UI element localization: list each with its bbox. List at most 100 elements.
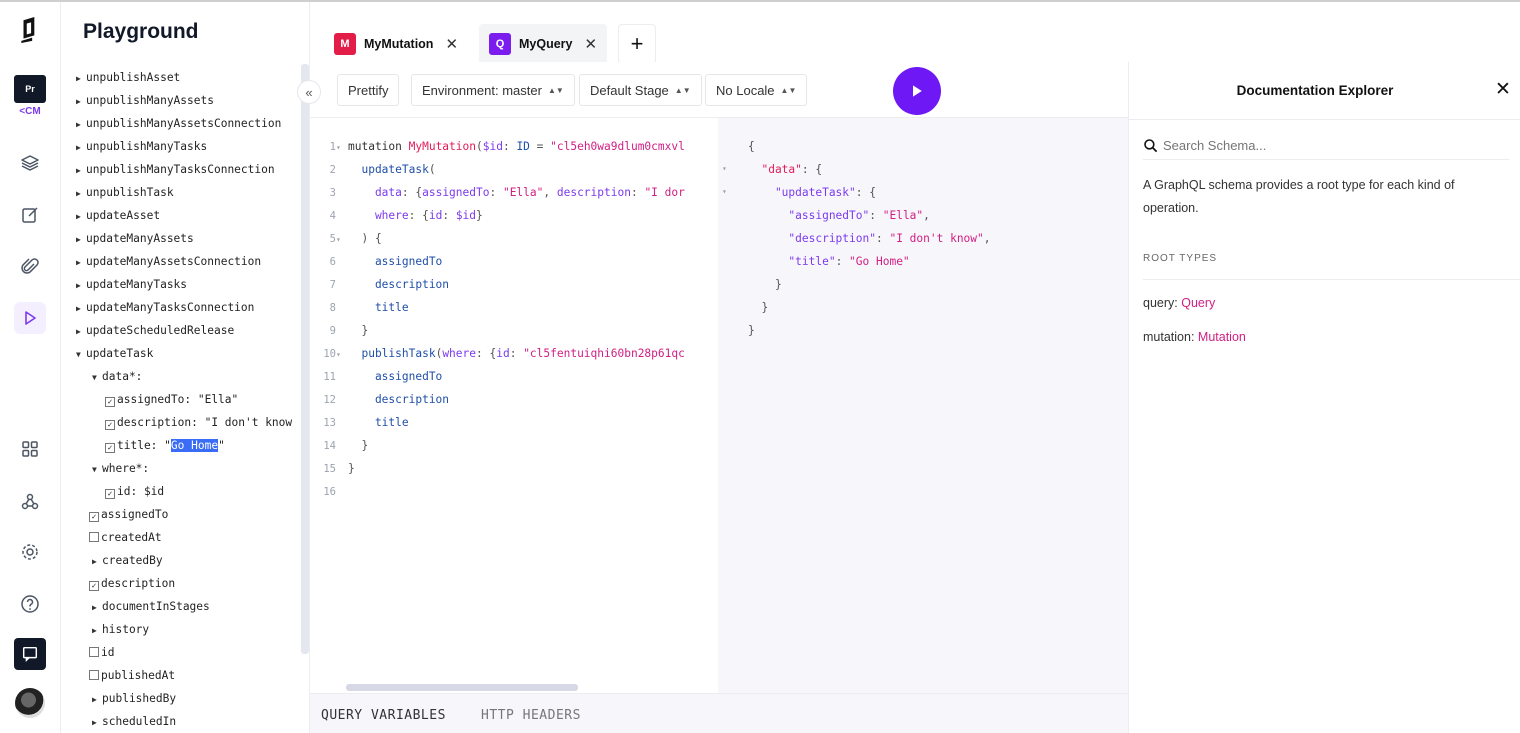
explorer-tree-item[interactable]: createdAt bbox=[62, 526, 302, 549]
explorer-tree-item[interactable]: ▶ createdBy bbox=[62, 549, 302, 572]
code-line[interactable]: 8 title bbox=[310, 296, 409, 319]
explorer-tree-item[interactable]: ▼ updateTask bbox=[62, 342, 302, 365]
explorer-tree-item[interactable]: ▶ unpublishManyTasksConnection bbox=[62, 158, 302, 181]
explorer-tree-item[interactable]: ▶ unpublishManyAssetsConnection bbox=[62, 112, 302, 135]
explorer-tree-item[interactable]: ▶ updateAsset bbox=[62, 204, 302, 227]
argument-value-input[interactable]: "I don't know bbox=[205, 416, 293, 429]
fold-arrow-icon[interactable]: ▾ bbox=[722, 164, 727, 173]
caret-right-icon[interactable]: ▶ bbox=[76, 67, 86, 90]
help-icon[interactable] bbox=[14, 588, 46, 620]
query-variables-tab[interactable]: QUERY VARIABLES bbox=[321, 708, 446, 723]
project-badge[interactable]: Pr bbox=[14, 75, 46, 103]
tab-mymutation[interactable]: M MyMutation ✕ bbox=[324, 24, 469, 64]
hygraph-logo-icon[interactable] bbox=[14, 14, 46, 46]
content-edit-icon[interactable] bbox=[14, 199, 46, 231]
caret-right-icon[interactable]: ▶ bbox=[76, 182, 86, 205]
caret-down-icon[interactable]: ▼ bbox=[76, 343, 86, 366]
explorer-tree-item[interactable]: ▼ where*: bbox=[62, 457, 302, 480]
settings-gear-icon[interactable] bbox=[14, 536, 46, 568]
code-line[interactable]: 3 data: {assignedTo: "Ella", description… bbox=[310, 181, 685, 204]
caret-down-icon[interactable]: ▼ bbox=[92, 366, 102, 389]
caret-right-icon[interactable]: ▶ bbox=[76, 90, 86, 113]
explorer-tree-item[interactable]: ▶ history bbox=[62, 618, 302, 641]
caret-right-icon[interactable]: ▶ bbox=[76, 136, 86, 159]
close-tab-icon[interactable]: ✕ bbox=[585, 35, 598, 53]
explorer-tree-item[interactable]: ▶ unpublishManyTasks bbox=[62, 135, 302, 158]
locale-select[interactable]: No Locale ▲▼ bbox=[705, 74, 808, 106]
collapse-explorer-icon[interactable]: « bbox=[297, 80, 321, 104]
caret-right-icon[interactable]: ▶ bbox=[76, 159, 86, 182]
checked-checkbox-icon[interactable]: ✓ bbox=[89, 512, 99, 522]
close-icon[interactable]: ✕ bbox=[1495, 78, 1511, 101]
checked-checkbox-icon[interactable]: ✓ bbox=[105, 420, 115, 430]
caret-right-icon[interactable]: ▶ bbox=[76, 274, 86, 297]
fold-arrow-icon[interactable]: ▾ bbox=[722, 187, 727, 196]
code-line[interactable]: 13 title bbox=[310, 411, 408, 434]
explorer-tree-item[interactable]: ▶ unpublishAsset bbox=[62, 66, 302, 89]
caret-right-icon[interactable]: ▶ bbox=[76, 320, 86, 343]
explorer-tree-item[interactable]: ▶ scheduledIn bbox=[62, 710, 302, 733]
argument-value-input[interactable]: "Ella" bbox=[198, 393, 238, 406]
fold-arrow-icon[interactable]: ▾ bbox=[336, 228, 348, 251]
explorer-tree-item[interactable]: ✓ assignedTo: "Ella" bbox=[62, 388, 302, 411]
caret-right-icon[interactable]: ▶ bbox=[92, 711, 102, 733]
apps-grid-icon[interactable] bbox=[14, 433, 46, 465]
run-query-button[interactable] bbox=[893, 67, 941, 115]
fold-arrow-icon[interactable]: ▾ bbox=[336, 343, 348, 366]
explorer-tree-item[interactable]: ✓ description bbox=[62, 572, 302, 595]
caret-right-icon[interactable]: ▶ bbox=[92, 619, 102, 642]
code-line[interactable]: 12 description bbox=[310, 388, 449, 411]
assets-paperclip-icon[interactable] bbox=[14, 251, 46, 283]
explorer-tree-item[interactable]: ✓ assignedTo bbox=[62, 503, 302, 526]
explorer-tree-item[interactable]: ▶ documentInStages bbox=[62, 595, 302, 618]
code-line[interactable]: 10▾ publishTask(where: {id: "cl5fentuiqh… bbox=[310, 342, 685, 365]
code-line[interactable]: 1▾ mutation MyMutation($id: ID = "cl5eh0w… bbox=[310, 135, 685, 158]
query-editor[interactable]: 1▾ mutation MyMutation($id: ID = "cl5eh0w… bbox=[310, 118, 718, 693]
explorer-tree-item[interactable]: ▶ updateManyAssets bbox=[62, 227, 302, 250]
code-line[interactable]: 14 } bbox=[310, 434, 368, 457]
caret-right-icon[interactable]: ▶ bbox=[92, 596, 102, 619]
argument-value-input[interactable]: "Go Home" bbox=[164, 439, 225, 452]
caret-right-icon[interactable]: ▶ bbox=[92, 550, 102, 573]
caret-right-icon[interactable]: ▶ bbox=[76, 205, 86, 228]
webhooks-icon[interactable] bbox=[14, 485, 46, 517]
code-line[interactable]: 9 } bbox=[310, 319, 369, 342]
close-tab-icon[interactable]: ✕ bbox=[445, 35, 458, 53]
code-line[interactable]: 11 assignedTo bbox=[310, 365, 442, 388]
caret-right-icon[interactable]: ▶ bbox=[76, 113, 86, 136]
code-line[interactable]: 5▾ ) { bbox=[310, 227, 382, 250]
checked-checkbox-icon[interactable]: ✓ bbox=[105, 397, 115, 407]
explorer-tree-item[interactable]: ▶ unpublishTask bbox=[62, 181, 302, 204]
caret-right-icon[interactable]: ▶ bbox=[92, 688, 102, 711]
code-line[interactable]: 4 where: {id: $id} bbox=[310, 204, 483, 227]
caret-down-icon[interactable]: ▼ bbox=[92, 458, 102, 481]
explorer-tree-item[interactable]: ▼ data*: bbox=[62, 365, 302, 388]
explorer-scrollbar[interactable] bbox=[301, 64, 309, 654]
query-type-link[interactable]: Query bbox=[1181, 296, 1215, 310]
caret-right-icon[interactable]: ▶ bbox=[76, 251, 86, 274]
chat-icon[interactable] bbox=[14, 638, 46, 670]
checkbox-icon[interactable] bbox=[89, 647, 99, 657]
tab-myquery[interactable]: Q MyQuery ✕ bbox=[479, 24, 608, 64]
code-line[interactable]: 15} bbox=[310, 457, 354, 480]
http-headers-tab[interactable]: HTTP HEADERS bbox=[481, 708, 581, 723]
stage-select[interactable]: Default Stage ▲▼ bbox=[579, 74, 702, 106]
checked-checkbox-icon[interactable]: ✓ bbox=[89, 581, 99, 591]
checkbox-icon[interactable] bbox=[89, 670, 99, 680]
user-avatar[interactable] bbox=[15, 688, 45, 718]
checked-checkbox-icon[interactable]: ✓ bbox=[105, 489, 115, 499]
editor-horizontal-scrollbar[interactable] bbox=[346, 684, 578, 691]
explorer-tree-item[interactable]: ▶ updateScheduledRelease bbox=[62, 319, 302, 342]
checked-checkbox-icon[interactable]: ✓ bbox=[105, 443, 115, 453]
caret-right-icon[interactable]: ▶ bbox=[76, 228, 86, 251]
explorer-tree-item[interactable]: ▶ updateManyAssetsConnection bbox=[62, 250, 302, 273]
caret-right-icon[interactable]: ▶ bbox=[76, 297, 86, 320]
explorer-tree-item[interactable]: ▶ unpublishManyAssets bbox=[62, 89, 302, 112]
code-line[interactable]: 6 assignedTo bbox=[310, 250, 443, 273]
code-line[interactable]: 16 bbox=[310, 480, 348, 503]
explorer-tree-item[interactable]: ▶ publishedBy bbox=[62, 687, 302, 710]
explorer-tree-item[interactable]: ✓ title: "Go Home" bbox=[62, 434, 302, 457]
code-line[interactable]: 7 description bbox=[310, 273, 449, 296]
explorer-tree-item[interactable]: ▶ updateManyTasksConnection bbox=[62, 296, 302, 319]
environment-select[interactable]: Environment: master ▲▼ bbox=[411, 74, 575, 106]
